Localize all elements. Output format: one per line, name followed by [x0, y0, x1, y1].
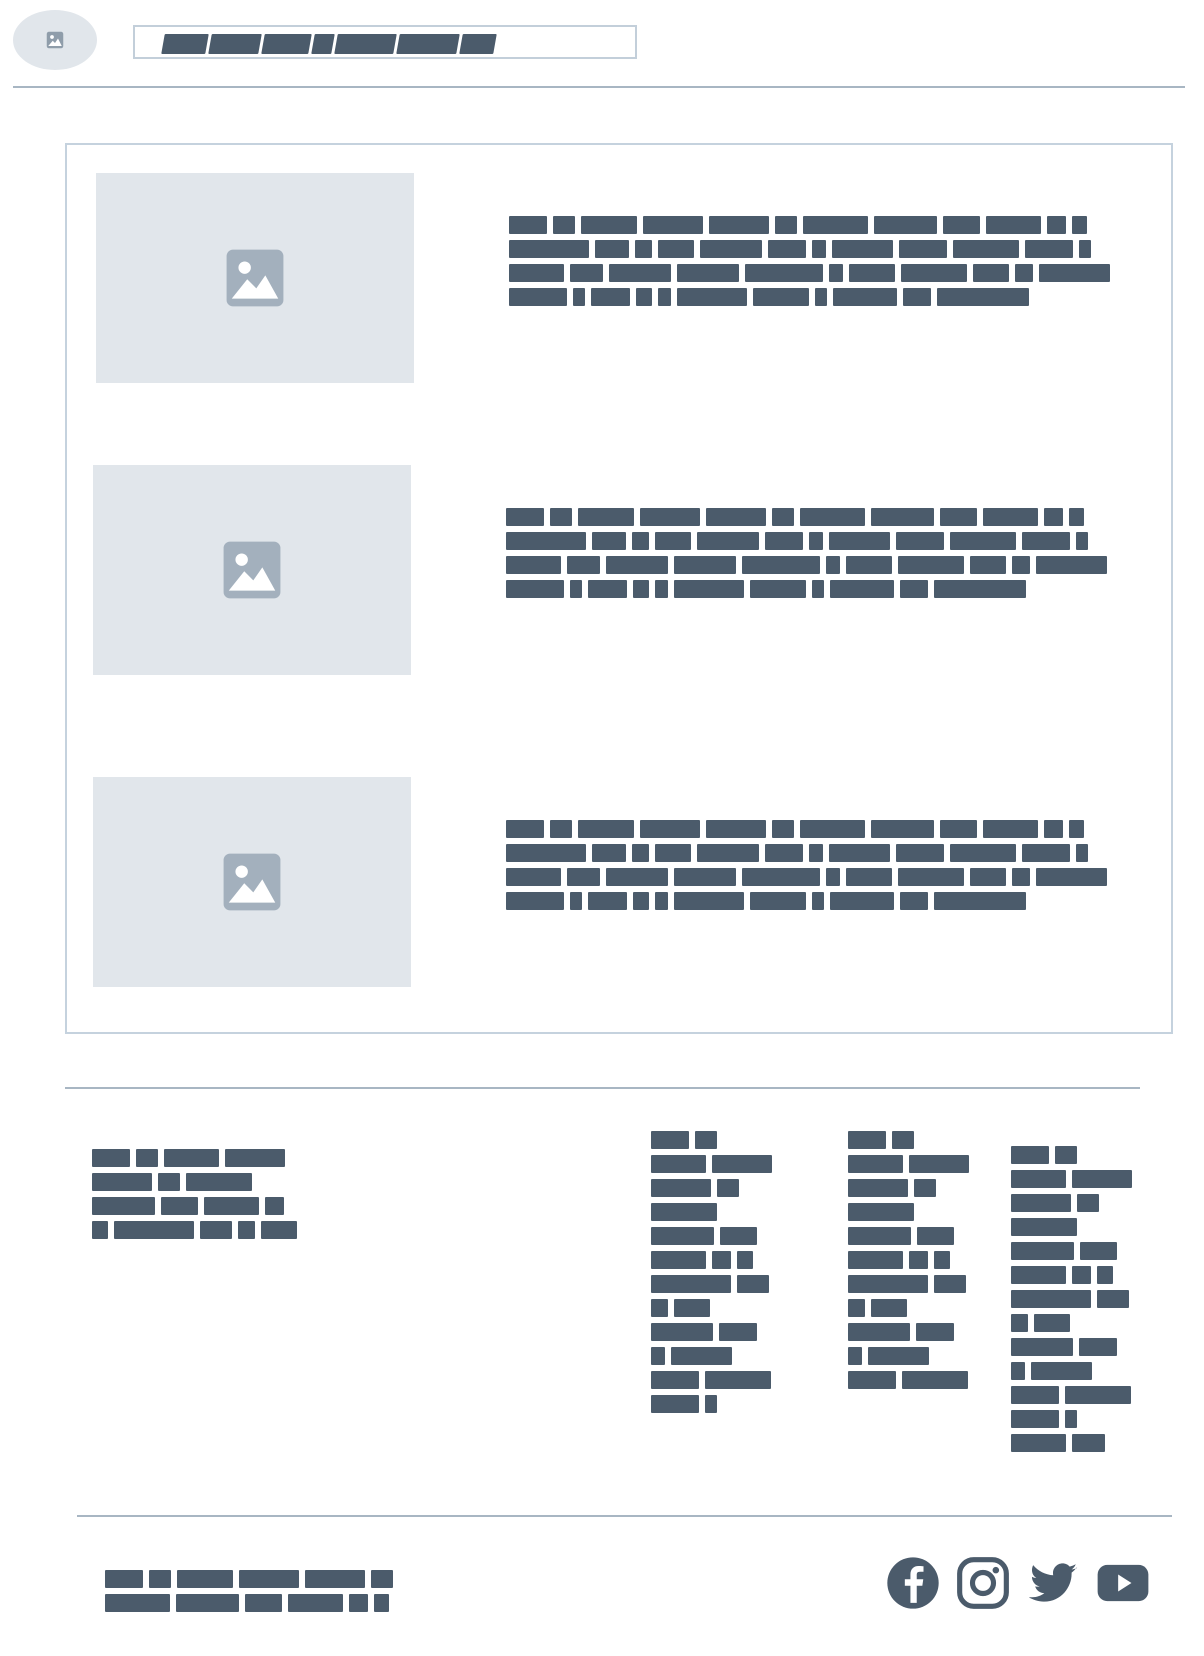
search-text-redacted: [161, 34, 497, 54]
footer-link[interactable]: [651, 1154, 791, 1174]
media-row-3: [93, 777, 1133, 987]
media-row-2: [93, 465, 1133, 675]
footer-link[interactable]: [651, 1394, 791, 1414]
footer-link[interactable]: [1011, 1145, 1151, 1165]
youtube-icon[interactable]: [1094, 1554, 1152, 1612]
footer-link[interactable]: [651, 1346, 791, 1366]
social-links: [884, 1554, 1152, 1612]
thumbnail[interactable]: [93, 777, 411, 987]
footer-link[interactable]: [651, 1298, 791, 1318]
footer-link[interactable]: [651, 1250, 791, 1270]
footer-link[interactable]: [848, 1130, 988, 1150]
image-icon: [46, 31, 64, 49]
footer-links-col-1: [651, 1130, 791, 1418]
footer-link[interactable]: [651, 1130, 791, 1150]
image-icon: [223, 541, 281, 599]
footer-link[interactable]: [1011, 1409, 1151, 1429]
row-text-redacted: [506, 819, 1111, 915]
footer-link[interactable]: [651, 1226, 791, 1246]
footer-link[interactable]: [848, 1370, 988, 1390]
footer-link[interactable]: [848, 1250, 988, 1270]
image-icon: [223, 853, 281, 911]
footer-link[interactable]: [848, 1322, 988, 1342]
copyright-redacted: [105, 1569, 405, 1617]
logo[interactable]: [13, 10, 97, 70]
footer-link[interactable]: [1011, 1313, 1151, 1333]
header-divider: [13, 86, 1185, 88]
section-divider: [65, 1087, 1140, 1089]
content-card: [65, 143, 1173, 1034]
row-text-redacted: [506, 507, 1111, 603]
footer-link[interactable]: [651, 1370, 791, 1390]
thumbnail[interactable]: [93, 465, 411, 675]
instagram-icon[interactable]: [954, 1554, 1012, 1612]
footer-link[interactable]: [1011, 1361, 1151, 1381]
footer-link[interactable]: [1011, 1217, 1151, 1237]
media-row-1: [96, 173, 1136, 383]
footer-link[interactable]: [848, 1178, 988, 1198]
twitter-icon[interactable]: [1024, 1554, 1082, 1612]
footer-link[interactable]: [848, 1202, 988, 1222]
row-text-redacted: [509, 215, 1114, 311]
footer-link[interactable]: [1011, 1241, 1151, 1261]
footer-link[interactable]: [651, 1274, 791, 1294]
footer-link[interactable]: [1011, 1265, 1151, 1285]
page: [0, 0, 1204, 1656]
facebook-icon[interactable]: [884, 1554, 942, 1612]
footer-link[interactable]: [1011, 1385, 1151, 1405]
image-icon: [226, 249, 284, 307]
footer-link[interactable]: [848, 1346, 988, 1366]
footer-link[interactable]: [651, 1202, 791, 1222]
footer-link[interactable]: [1011, 1193, 1151, 1213]
footer-link[interactable]: [651, 1178, 791, 1198]
footer-divider: [77, 1515, 1172, 1517]
footer-link[interactable]: [848, 1298, 988, 1318]
footer-link[interactable]: [1011, 1433, 1151, 1453]
footer-link[interactable]: [848, 1154, 988, 1174]
footer-link[interactable]: [1011, 1289, 1151, 1309]
footer-link[interactable]: [848, 1226, 988, 1246]
thumbnail[interactable]: [96, 173, 414, 383]
footer-links-col-3: [1011, 1145, 1151, 1457]
footer-links-col-2: [848, 1130, 988, 1394]
footer-link[interactable]: [1011, 1169, 1151, 1189]
footer-link[interactable]: [848, 1274, 988, 1294]
footer-link[interactable]: [1011, 1337, 1151, 1357]
footer-blurb-redacted: [92, 1148, 312, 1244]
footer-link[interactable]: [651, 1322, 791, 1342]
search-input[interactable]: [133, 25, 637, 59]
